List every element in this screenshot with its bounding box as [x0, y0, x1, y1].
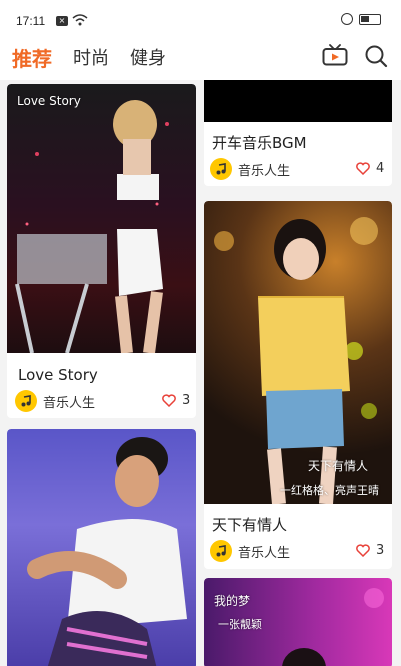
- notification-x-icon: ×: [56, 16, 68, 26]
- like-button[interactable]: 4: [356, 161, 384, 176]
- card-author[interactable]: 音乐人生: [15, 390, 95, 412]
- like-button[interactable]: 3: [162, 393, 190, 408]
- content-feed[interactable]: Love Story Love Story 音乐人生 3 开车音乐BGM 音乐人…: [0, 80, 401, 666]
- concert-image: [15, 100, 169, 353]
- author-name: 音乐人生: [43, 395, 96, 411]
- author-name: 音乐人生: [238, 545, 291, 561]
- card-author[interactable]: 音乐人生: [210, 540, 290, 562]
- status-right: [341, 13, 381, 25]
- card-title: Love Story: [18, 366, 98, 384]
- image-caption: Love Story: [17, 94, 81, 108]
- status-bar: 17:11 ×: [0, 0, 401, 36]
- tab-fashion[interactable]: 时尚: [73, 44, 109, 70]
- heart-icon: [356, 162, 370, 175]
- top-tab-bar: 推荐 时尚 健身: [0, 36, 401, 80]
- image-caption-1: 我的梦: [214, 594, 251, 608]
- concert-image: [27, 437, 187, 666]
- tv-icon[interactable]: [322, 44, 348, 66]
- like-count: 4: [376, 161, 385, 176]
- image-caption-1: 天下有情人: [308, 459, 369, 473]
- card-author[interactable]: 音乐人生: [210, 158, 290, 180]
- image-caption-2: 一张靓颖: [218, 618, 262, 631]
- tab-fitness[interactable]: 健身: [130, 44, 166, 70]
- feed-card-driving-bgm[interactable]: 开车音乐BGM 音乐人生 4: [204, 80, 392, 186]
- music-note-icon: [210, 158, 232, 180]
- feed-card-lin-feng[interactable]: [7, 429, 196, 666]
- like-count: 3: [376, 543, 385, 558]
- wifi-icon: [72, 14, 88, 26]
- like-count: 3: [182, 393, 191, 408]
- card-title: 天下有情人: [212, 516, 288, 534]
- feed-card-love-story[interactable]: Love Story Love Story 音乐人生 3: [7, 84, 196, 418]
- like-button[interactable]: 3: [356, 543, 384, 558]
- heart-icon: [162, 394, 176, 407]
- card-image: [204, 80, 392, 122]
- card-image: [7, 429, 196, 666]
- image-caption-2: 一红格格、亮声王晴: [280, 484, 379, 497]
- alarm-icon: [341, 13, 353, 25]
- music-note-icon: [15, 390, 37, 412]
- card-image: Love Story: [7, 84, 196, 353]
- author-name: 音乐人生: [238, 163, 291, 179]
- status-time: 17:11: [16, 14, 46, 28]
- music-note-icon: [210, 540, 232, 562]
- card-image: 我的梦 一张靓颖: [204, 578, 392, 666]
- feed-card-tianxia[interactable]: 天下有情人 一红格格、亮声王晴 天下有情人 音乐人生 3: [204, 201, 392, 569]
- tab-recommend[interactable]: 推荐: [12, 43, 52, 72]
- card-title: 开车音乐BGM: [212, 134, 307, 152]
- battery-icon: [359, 13, 381, 25]
- search-icon[interactable]: [364, 44, 388, 68]
- feed-card-my-dream[interactable]: 我的梦 一张靓颖: [204, 578, 392, 666]
- heart-icon: [356, 544, 370, 557]
- card-image: 天下有情人 一红格格、亮声王晴: [204, 201, 392, 504]
